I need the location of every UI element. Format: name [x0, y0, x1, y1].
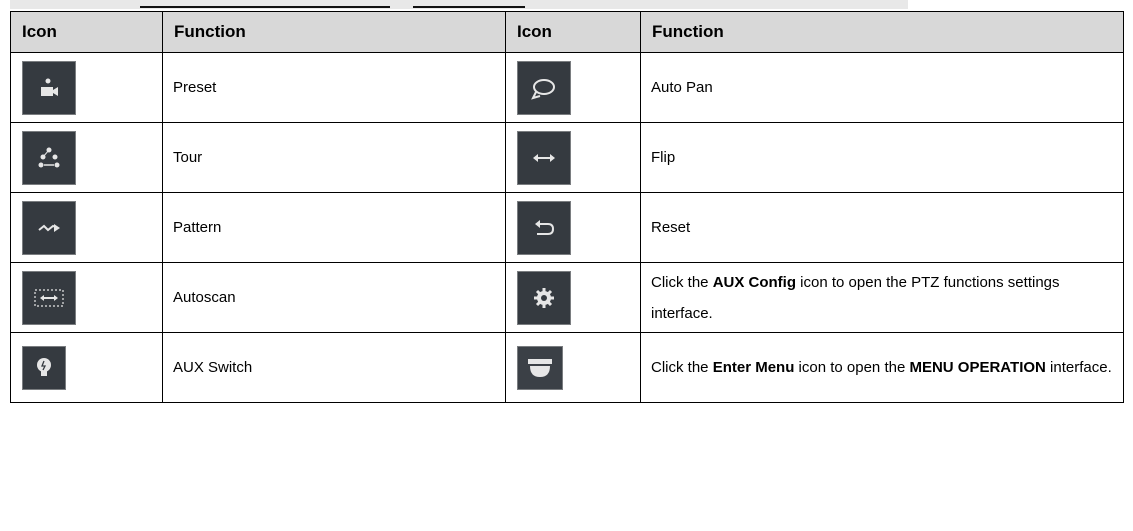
header-icon: Icon [10, 11, 163, 53]
cropped-caption-line [10, 0, 908, 9]
function-flip: Flip [640, 122, 1124, 193]
enter-menu-dome-icon [517, 345, 563, 390]
table-row: Pattern Reset [10, 192, 1124, 263]
aux-config-gear-icon [517, 270, 571, 325]
function-auto-pan: Auto Pan [640, 52, 1124, 123]
preset-camera-icon [22, 60, 76, 115]
auto-pan-icon [517, 60, 571, 115]
menu-operation-term: MENU OPERATION [909, 359, 1046, 376]
tour-icon [22, 130, 76, 185]
autoscan-icon [22, 270, 76, 325]
table-row: Preset Auto Pan [10, 52, 1124, 123]
enter-menu-term: Enter Menu [712, 359, 795, 376]
flip-icon [517, 130, 571, 185]
pattern-icon [22, 200, 76, 255]
aux-config-term: AUX Config [712, 273, 797, 291]
function-aux-config: Click the AUX Config icon to open the PT… [640, 262, 1124, 333]
function-autoscan: Autoscan [162, 262, 506, 333]
caption-underline [413, 6, 525, 8]
function-preset: Preset [162, 52, 506, 123]
reset-icon [517, 200, 571, 255]
function-enter-menu: Click the Enter Menu icon to open the ME… [640, 332, 1124, 403]
caption-underline [140, 6, 390, 8]
ptz-function-table: Icon Function Icon Function Preset Auto … [10, 11, 1124, 403]
function-tour: Tour [162, 122, 506, 193]
table-header-row: Icon Function Icon Function [10, 11, 1124, 53]
function-pattern: Pattern [162, 192, 506, 263]
table-row: Autoscan Click the AUX Config icon to op… [10, 262, 1124, 333]
function-reset: Reset [640, 192, 1124, 263]
header-function: Function [162, 11, 506, 53]
table-row: AUX Switch Click the Enter Menu icon to … [10, 332, 1124, 403]
header-icon: Icon [505, 11, 641, 53]
header-function: Function [640, 11, 1124, 53]
table-row: Tour Flip [10, 122, 1124, 193]
aux-switch-bulb-icon [22, 345, 66, 390]
function-aux-switch: AUX Switch [162, 332, 506, 403]
